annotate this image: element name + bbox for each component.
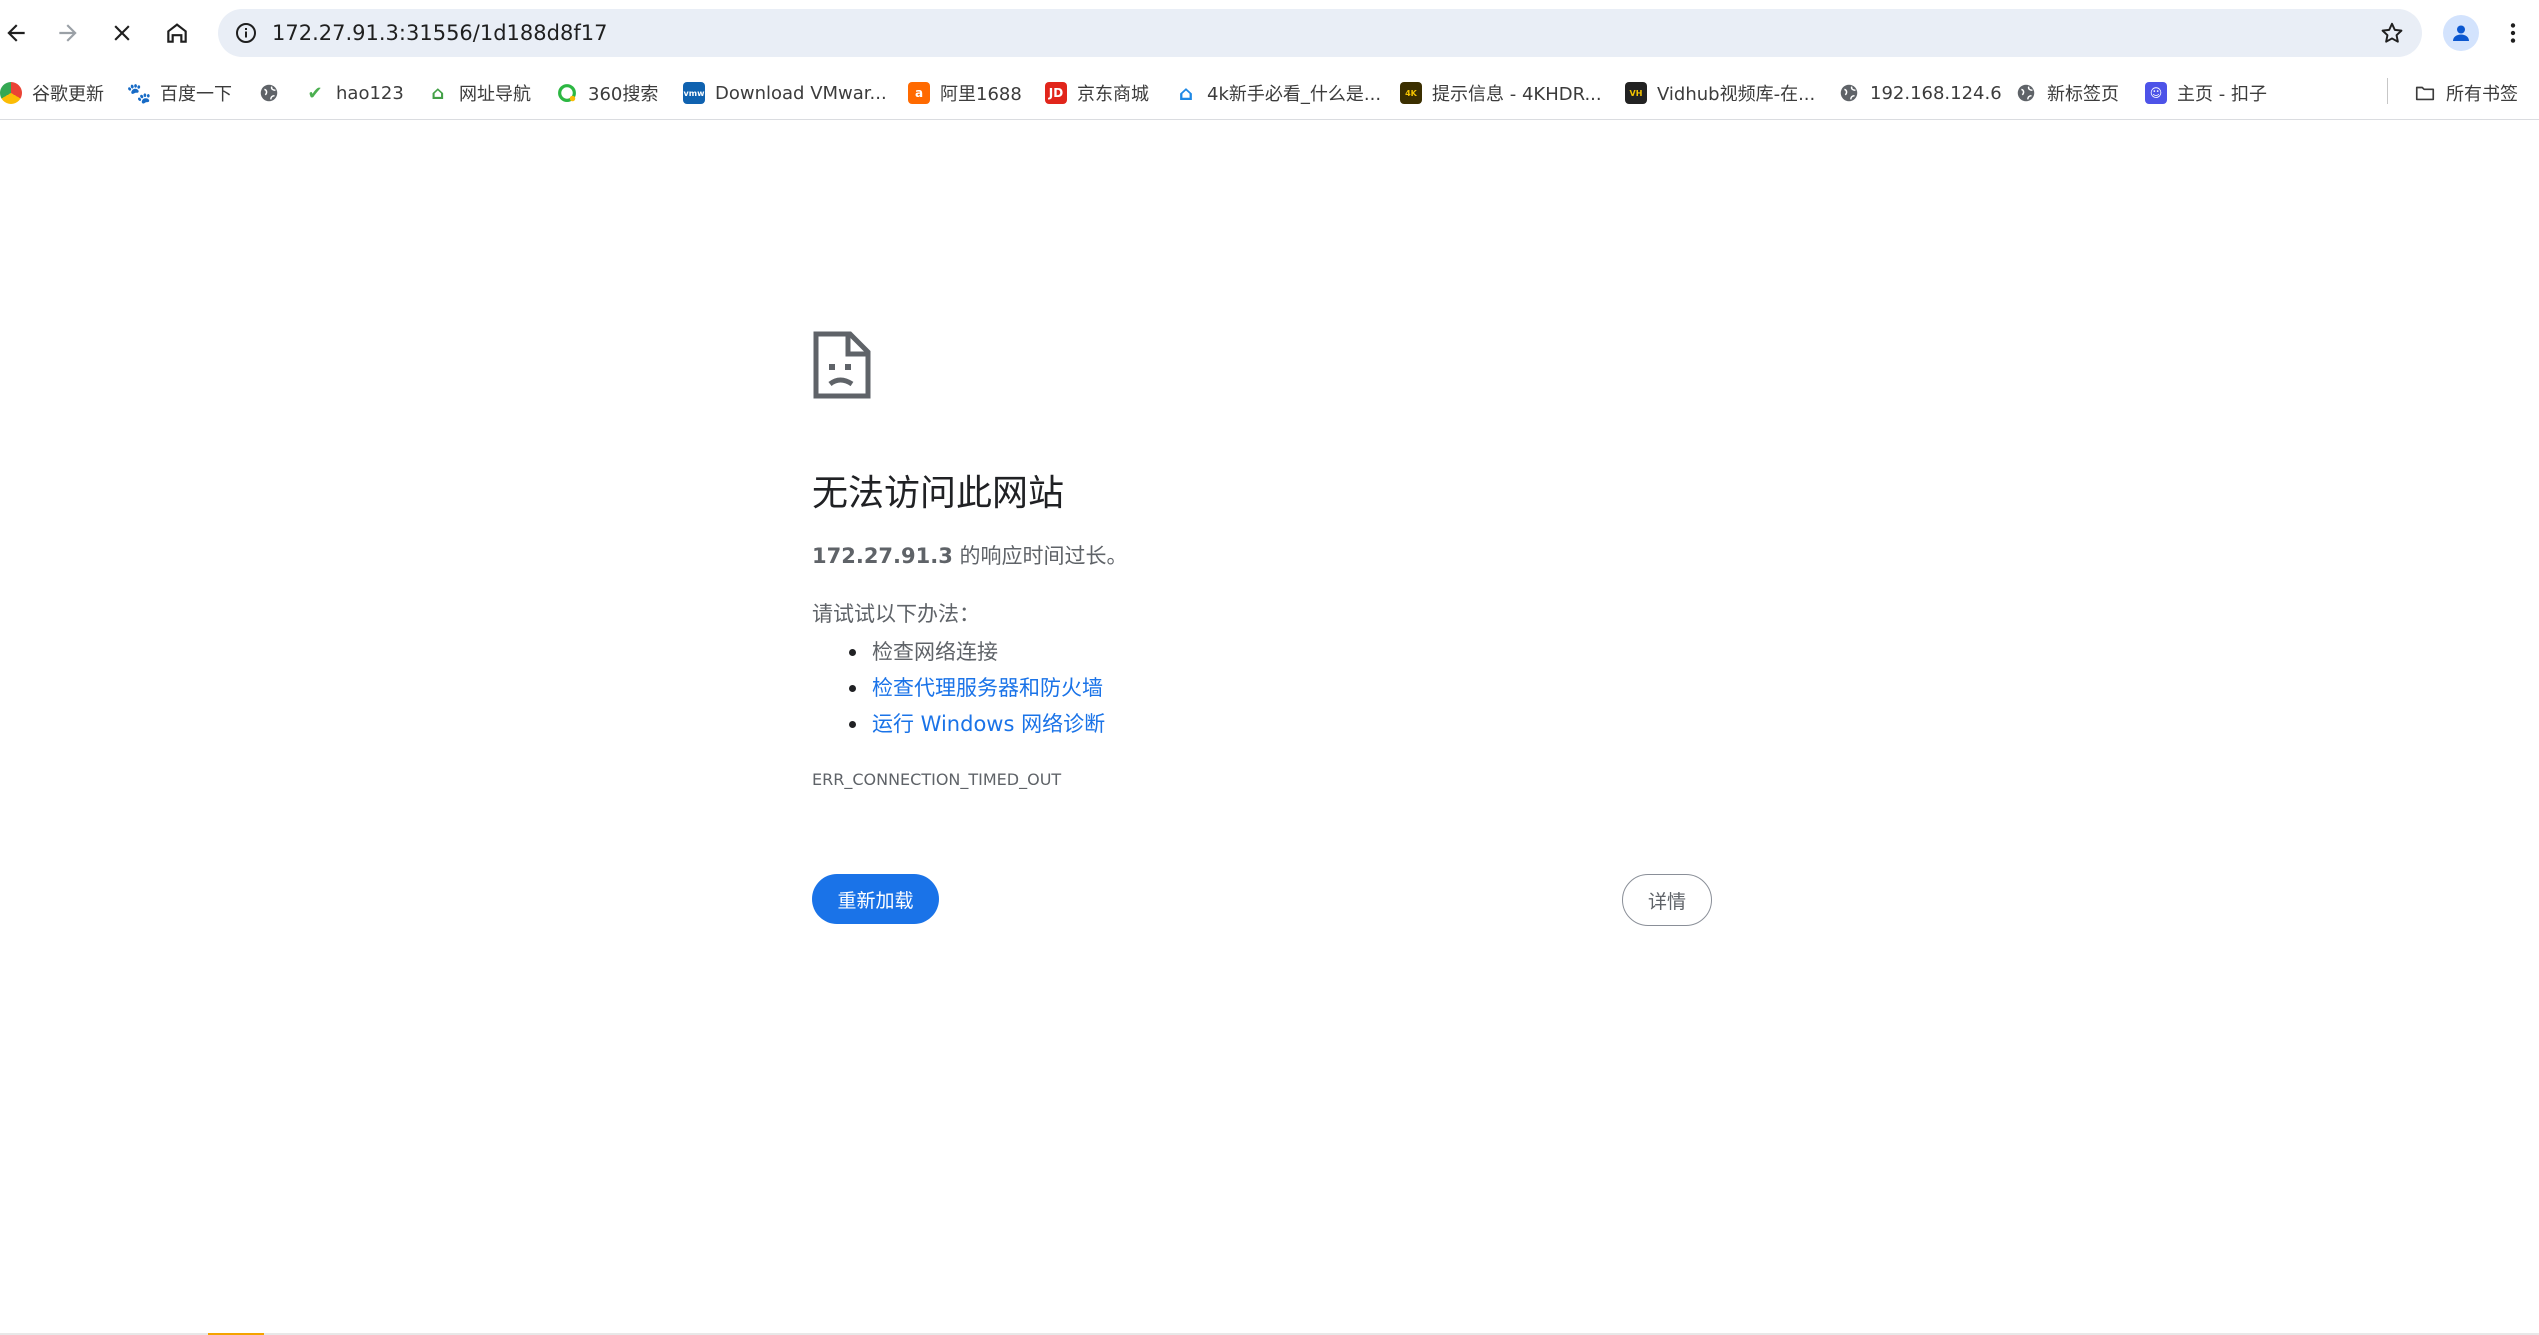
error-code: ERR_CONNECTION_TIMED_OUT [812, 770, 1062, 789]
4khdr-icon: 4K [1400, 82, 1422, 104]
sad-page-icon [813, 331, 871, 399]
suggestion-list: 检查网络连接 检查代理服务器和防火墙 运行 Windows 网络诊断 [812, 634, 1105, 742]
bookmark-hao123[interactable]: ✔ hao123 [304, 78, 404, 108]
bookmark-360-search[interactable]: 360搜索 [556, 78, 658, 108]
vmware-icon: vmw [683, 82, 705, 104]
home-button[interactable] [157, 13, 197, 53]
globe-icon [1838, 82, 1860, 104]
bookmark-new-tab[interactable]: 新标签页 [2015, 78, 2119, 108]
stop-loading-button[interactable] [102, 13, 142, 53]
error-title: 无法访问此网站 [812, 473, 1065, 514]
bookmark-192-168-124-6[interactable]: 192.168.124.6 [1838, 78, 2002, 108]
info-icon [236, 23, 256, 43]
bookmark-label: 主页 - 扣子 [2177, 84, 2267, 105]
suggestion-check-proxy-link[interactable]: 检查代理服务器和防火墙 [812, 670, 1105, 706]
bookmark-4khdr[interactable]: 4K 提示信息 - 4KHDR... [1400, 78, 1602, 108]
person-icon [2453, 25, 2469, 41]
reload-button[interactable]: 重新加载 [812, 874, 939, 924]
star-icon [2381, 22, 2403, 43]
error-description-text: 的响应时间过长。 [952, 544, 1128, 568]
alibaba-1688-icon: a [908, 82, 930, 104]
bookmark-label: 百度一下 [160, 84, 232, 105]
bookmarks-divider [2387, 78, 2388, 104]
globe-icon [2015, 82, 2037, 104]
bookmark-vidhub[interactable]: VH Vidhub视频库-在... [1625, 78, 1815, 108]
home-icon [167, 23, 187, 43]
coze-icon: ☺ [2145, 82, 2167, 104]
bookmark-4k-guide[interactable]: ⌂ 4k新手必看_什么是... [1175, 78, 1381, 108]
profile-avatar-button[interactable] [2443, 15, 2479, 51]
bookmark-label: 谷歌更新 [32, 84, 104, 105]
bookmark-label: 阿里1688 [940, 84, 1022, 105]
browser-menu-button[interactable] [2495, 15, 2531, 51]
all-bookmarks-button[interactable]: 所有书签 [2414, 78, 2518, 108]
house-icon: ⌂ [1178, 81, 1194, 105]
details-button[interactable]: 详情 [1622, 874, 1712, 926]
chrome-icon [0, 82, 22, 104]
bookmark-label: 京东商城 [1077, 84, 1149, 105]
bookmark-label: Vidhub视频库-在... [1657, 84, 1816, 105]
hao123-icon: ✔ [304, 82, 326, 104]
address-bar[interactable]: 172.27.91.3:31556/1d188d8f17 [218, 9, 2422, 57]
arrow-left-icon [7, 24, 25, 42]
site-info-button[interactable] [232, 19, 260, 47]
arrow-right-icon [59, 24, 77, 42]
bookmark-label: 提示信息 - 4KHDR... [1432, 84, 1602, 105]
bookmark-label: 4k新手必看_什么是... [1207, 84, 1382, 105]
globe-icon [258, 82, 280, 104]
jd-icon: JD [1045, 82, 1067, 104]
bookmark-baidu[interactable]: 🐾 百度一下 [126, 78, 232, 108]
360-search-icon [556, 82, 578, 104]
navigation-icon: ⌂ [431, 82, 445, 104]
bookmark-label: hao123 [336, 82, 404, 104]
bookmark-label: 新标签页 [2047, 84, 2119, 105]
try-label: 请试试以下办法： [812, 602, 980, 626]
baidu-paw-icon: 🐾 [126, 81, 152, 105]
bookmark-coze[interactable]: ☺ 主页 - 扣子 [2145, 78, 2267, 108]
more-vert-icon [2510, 23, 2516, 43]
vidhub-icon: VH [1625, 82, 1647, 104]
browser-toolbar: 172.27.91.3:31556/1d188d8f17 [0, 0, 2539, 66]
error-description: 172.27.91.3 的响应时间过长。 [812, 540, 1128, 570]
error-host: 172.27.91.3 [812, 544, 953, 568]
suggestion-check-network: 检查网络连接 [812, 634, 1105, 670]
bookmark-chrome-update[interactable]: 谷歌更新 [0, 78, 104, 108]
bookmark-star-button[interactable] [2378, 19, 2406, 47]
bookmark-label: 192.168.124.6 [1870, 82, 2002, 104]
all-bookmarks-label: 所有书签 [2446, 84, 2518, 105]
bookmark-label: 网址导航 [459, 84, 531, 105]
url-text[interactable]: 172.27.91.3:31556/1d188d8f17 [272, 9, 607, 57]
folder-icon [2414, 82, 2436, 104]
suggestion-run-diagnostics-link[interactable]: 运行 Windows 网络诊断 [812, 706, 1105, 742]
close-icon [114, 25, 130, 41]
forward-button[interactable] [48, 13, 88, 53]
bookmark-label: 360搜索 [588, 84, 659, 105]
back-button[interactable] [0, 13, 36, 53]
bookmark-jd[interactable]: JD 京东商城 [1045, 78, 1149, 108]
bookmark-alibaba-1688[interactable]: a 阿里1688 [908, 78, 1022, 108]
bookmarks-bar: 谷歌更新 🐾 百度一下 ✔ hao123 ⌂ 网址导航 360搜索 vmw Do… [0, 66, 2539, 120]
bookmark-globe[interactable] [258, 78, 290, 108]
bookmark-label: Download VMwar... [715, 82, 887, 104]
bookmark-nav-site[interactable]: ⌂ 网址导航 [427, 78, 531, 108]
bookmark-vmware[interactable]: vmw Download VMwar... [683, 78, 887, 108]
